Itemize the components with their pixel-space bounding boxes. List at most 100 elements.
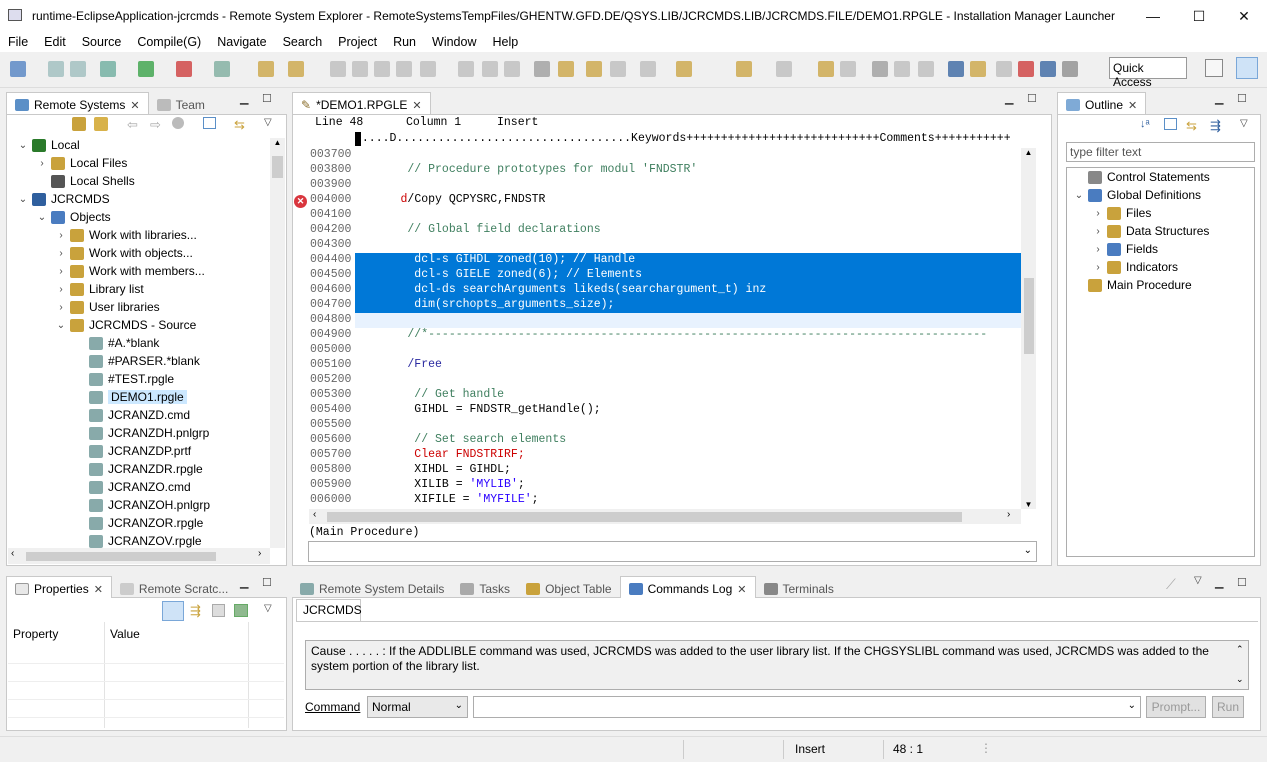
minimize-button[interactable]: — — [1130, 0, 1176, 32]
stop-icon[interactable] — [872, 61, 888, 77]
outline-filter-input[interactable]: type filter text — [1066, 142, 1255, 162]
outline-item[interactable]: Main Procedure — [1072, 276, 1192, 294]
command-mode-select[interactable]: Normal ⌄ — [367, 696, 468, 718]
categories-icon[interactable] — [162, 601, 184, 621]
code-line[interactable]: 005500 — [293, 418, 1021, 433]
tree-item[interactable]: › Work with objects... — [54, 244, 192, 262]
expand-icon[interactable]: ⇶ — [1210, 118, 1221, 134]
save-icon[interactable] — [48, 61, 64, 77]
mark-icon[interactable] — [288, 61, 304, 77]
advanced-icon[interactable] — [212, 604, 225, 617]
menu-run[interactable]: Run — [385, 35, 424, 49]
tree-item[interactable]: › Work with members... — [54, 262, 204, 280]
highlight-icon[interactable] — [258, 61, 274, 77]
tree-item[interactable]: › User libraries — [54, 298, 159, 316]
tree-item[interactable]: JCRANZDR.rpgle — [73, 460, 203, 478]
close-icon[interactable]: ✕ — [737, 583, 746, 596]
prompt-button[interactable]: Prompt... — [1146, 696, 1206, 718]
value-column-header[interactable]: Value — [110, 627, 140, 641]
menu-compileg[interactable]: Compile(G) — [129, 35, 209, 49]
tree-vertical-scrollbar[interactable]: ▲ — [270, 138, 285, 548]
property-column-header[interactable]: Property — [13, 627, 58, 641]
close-window-button[interactable]: ✕ — [1221, 0, 1267, 32]
code-line[interactable]: 004600 dcl-ds searchArguments likeds(sea… — [293, 283, 1021, 298]
menu-navigate[interactable]: Navigate — [209, 35, 274, 49]
properties-icon[interactable] — [1062, 61, 1078, 77]
tree-item[interactable]: › Work with libraries... — [54, 226, 196, 244]
code-line[interactable]: 004800 — [293, 313, 1021, 328]
code-line[interactable]: 004400 dcl-s GIHDL zoned(10); // Handle — [293, 253, 1021, 268]
code-line[interactable]: 004500 dcl-s GIELE zoned(6); // Elements — [293, 268, 1021, 283]
suspend-icon[interactable] — [352, 61, 368, 77]
code-line[interactable]: 006000 XIFILE = 'MYFILE'; — [293, 493, 1021, 508]
minimize-view-icon[interactable]: ▁ — [1005, 92, 1013, 105]
maximize-view-icon[interactable]: ☐ — [1237, 92, 1247, 105]
collapse-all-icon[interactable] — [1164, 118, 1177, 130]
maximize-view-icon[interactable]: ☐ — [262, 576, 272, 589]
tree-item[interactable]: #PARSER.*blank — [73, 352, 200, 370]
tree-item[interactable]: DEMO1.rpgle — [73, 388, 187, 406]
tab-object-table[interactable]: Object Table — [518, 576, 620, 598]
minimize-view-icon[interactable]: ▁ — [1215, 576, 1223, 589]
procedure-selector[interactable]: ⌄ — [308, 541, 1037, 562]
outline-item[interactable]: › Data Structures — [1091, 222, 1209, 240]
tree-item[interactable]: ⌄ Local — [16, 136, 80, 154]
outline-item[interactable]: › Files — [1091, 204, 1151, 222]
tree-item[interactable]: ⌄ Objects — [35, 208, 111, 226]
code-line[interactable]: 005400 GIHDL = FNDSTR_getHandle(); — [293, 403, 1021, 418]
view-menu-icon[interactable]: ▽ — [264, 603, 272, 614]
pause-icon[interactable] — [894, 61, 910, 77]
tree-item[interactable]: › Library list — [54, 280, 143, 298]
code-line[interactable]: 005000 — [293, 343, 1021, 358]
tab-demo1-rpgle[interactable]: ✎ *DEMO1.RPGLE ✕ — [292, 92, 431, 114]
view-menu-icon[interactable]: ▽ — [1194, 575, 1202, 586]
link-with-editor-icon[interactable]: ⇆ — [234, 117, 245, 133]
code-line[interactable]: 004200 // Global field declarations — [293, 223, 1021, 238]
step-into-icon[interactable] — [420, 61, 436, 77]
clear-icon[interactable]: ⟋ — [1166, 576, 1176, 593]
tab-system-jcrcmds[interactable]: JCRCMDS — [296, 599, 362, 621]
sort-icon[interactable]: ↓ᵃ — [1140, 118, 1150, 130]
tree-horizontal-scrollbar[interactable]: ‹ › — [8, 548, 270, 564]
menu-window[interactable]: Window — [424, 35, 484, 49]
menu-source[interactable]: Source — [74, 35, 130, 49]
code-line[interactable]: 005700 Clear FNDSTRIRF; — [293, 448, 1021, 463]
close-icon[interactable]: ✕ — [1128, 99, 1137, 112]
twistie-icon[interactable]: › — [1091, 262, 1105, 273]
maximize-view-icon[interactable]: ☐ — [1237, 576, 1247, 589]
menu-help[interactable]: Help — [484, 35, 526, 49]
tree-item[interactable]: JCRANZO.cmd — [73, 478, 191, 496]
code-line[interactable]: 005600 // Set search elements — [293, 433, 1021, 448]
tree-item[interactable]: JCRANZDP.prtf — [73, 442, 191, 460]
maximize-view-icon[interactable]: ☐ — [262, 92, 272, 105]
editor-horizontal-scrollbar[interactable]: ‹ › — [309, 509, 1021, 524]
log-text[interactable]: Cause . . . . . : If the ADDLIBLE comman… — [305, 640, 1249, 690]
twistie-icon[interactable]: › — [35, 158, 49, 169]
chevron-up-icon[interactable]: ⌃ — [1236, 644, 1244, 655]
step-over-icon[interactable] — [458, 61, 474, 77]
twistie-icon[interactable]: ⌄ — [16, 140, 30, 151]
play-icon[interactable] — [918, 61, 934, 77]
outline-item[interactable]: ⌄ Global Definitions — [1072, 186, 1201, 204]
twistie-icon[interactable]: ⌄ — [35, 212, 49, 223]
rse-perspective-icon[interactable] — [1236, 57, 1258, 79]
menu-file[interactable]: File — [0, 35, 36, 49]
next-annotation-icon[interactable] — [610, 61, 626, 77]
error-marker-icon[interactable]: ✕ — [294, 195, 307, 208]
view-menu-icon[interactable]: ▽ — [264, 117, 272, 128]
tab-team[interactable]: Team — [149, 92, 213, 114]
twistie-icon[interactable]: ⌄ — [1072, 190, 1086, 201]
twistie-icon[interactable]: › — [1091, 208, 1105, 219]
twistie-icon[interactable]: › — [54, 284, 68, 295]
external-tools-icon[interactable] — [176, 61, 192, 77]
code-line[interactable]: 004000 d/Copy QCPYSRC,FNDSTR — [293, 193, 1021, 208]
tree-item[interactable]: JCRANZOR.rpgle — [73, 514, 203, 532]
debug-icon[interactable] — [100, 61, 116, 77]
code-line[interactable]: 004300 — [293, 238, 1021, 253]
code-line[interactable]: 004700 dim(srchopts_arguments_size); — [293, 298, 1021, 313]
close-icon[interactable]: ✕ — [94, 583, 103, 596]
tree-item[interactable]: JCRANZDH.pnlgrp — [73, 424, 209, 442]
coverage-icon[interactable] — [214, 61, 230, 77]
restore-default-icon[interactable] — [234, 604, 248, 617]
twistie-icon[interactable]: ⌄ — [16, 194, 30, 205]
